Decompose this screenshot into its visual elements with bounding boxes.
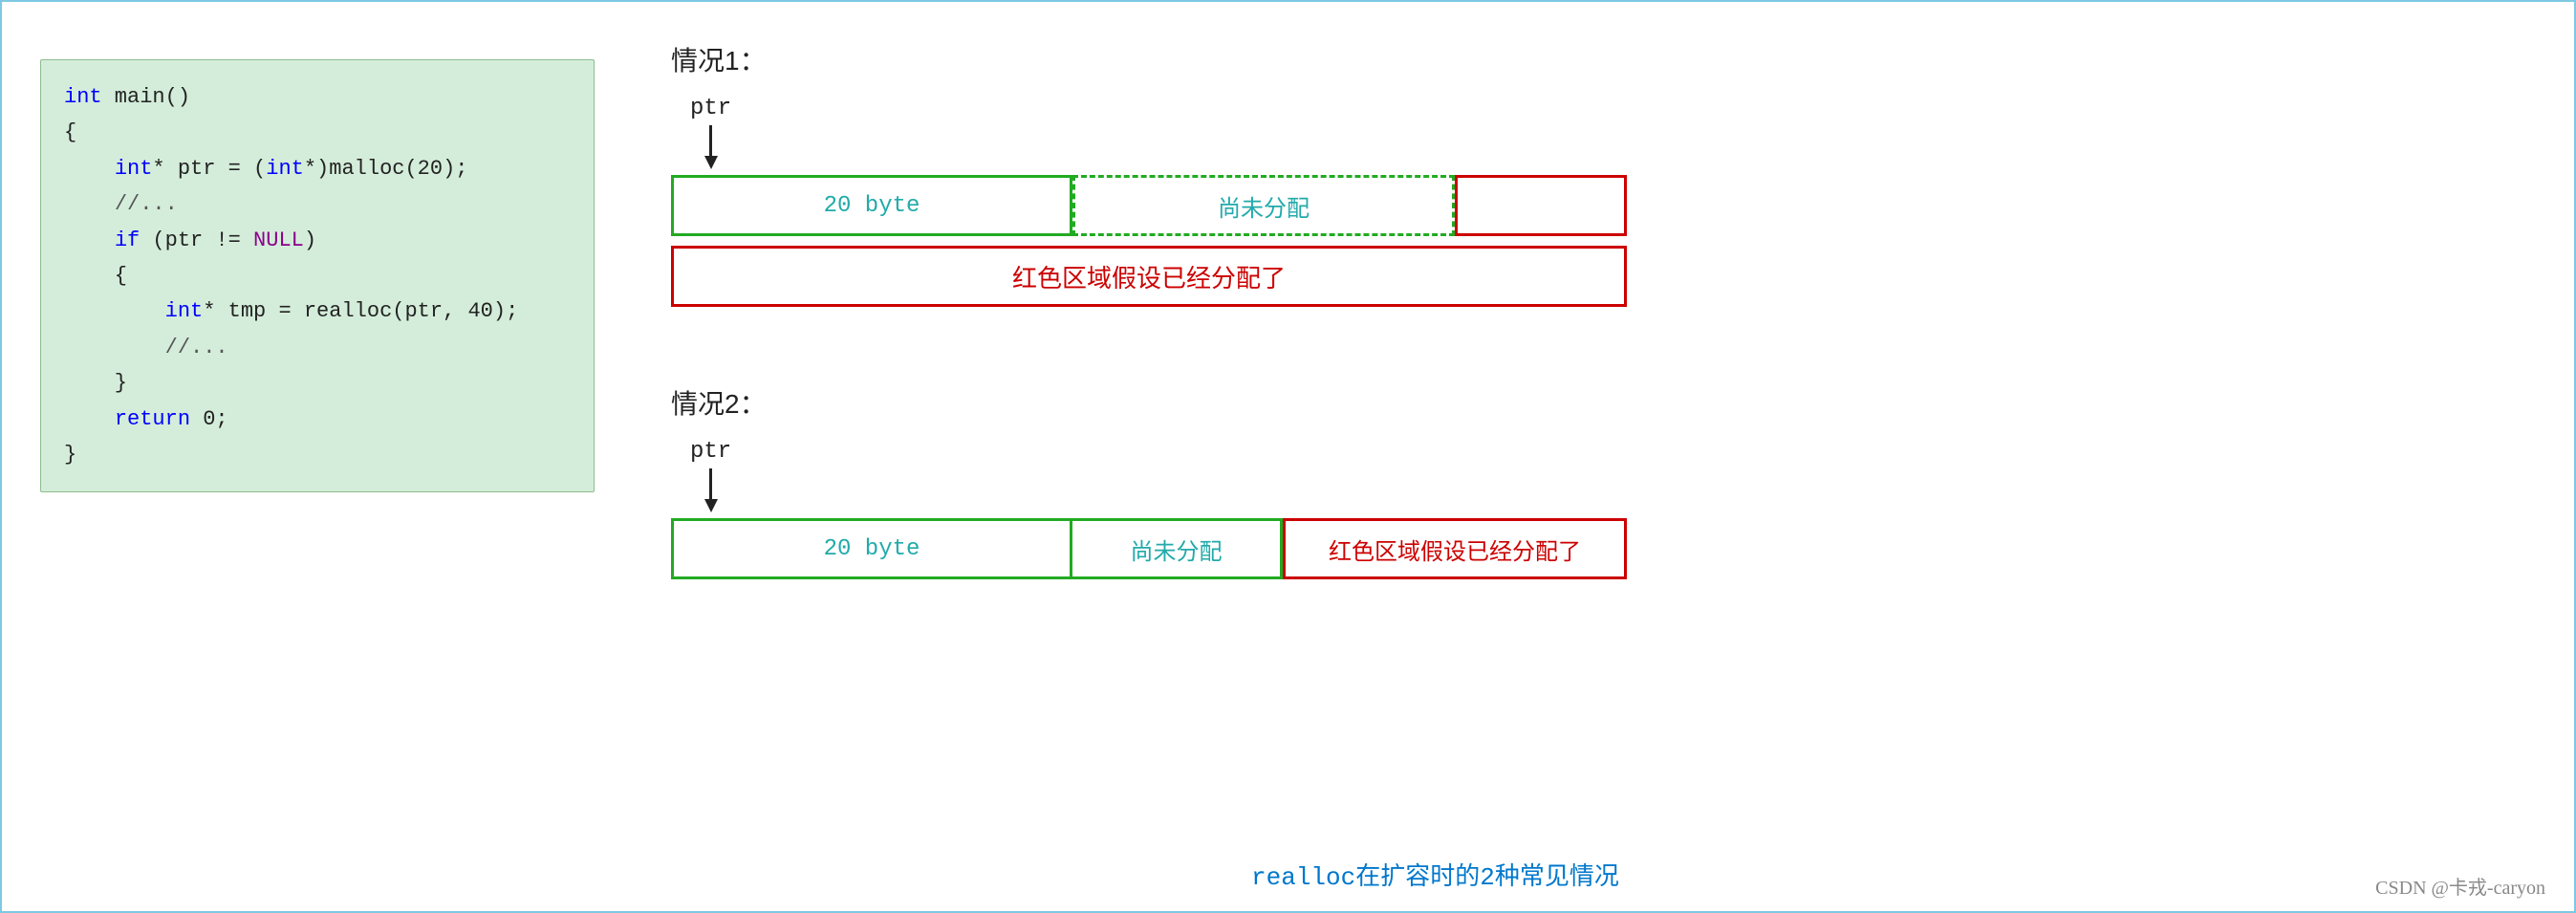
situation-2-label: 情况2：	[671, 383, 2536, 422]
situation-2-ptr-col: ptr	[690, 439, 731, 512]
situation-2: 情况2： ptr 20 byte 尚未分配	[671, 383, 2536, 589]
situation-2-mem-row: 20 byte 尚未分配 红色区域假设已经分配了	[671, 518, 2536, 579]
footer-caption: realloc在扩容时的2种常见情况	[1251, 857, 1619, 892]
code-line-5: if (ptr != NULL)	[64, 223, 571, 258]
situation-2-ptr-label: ptr	[690, 439, 731, 465]
code-line-9: }	[64, 365, 571, 401]
situation-1-mem-row: 20 byte 尚未分配	[671, 175, 2536, 236]
code-line-7: int* tmp = realloc(ptr, 40);	[64, 293, 571, 329]
situation-1-block1: 20 byte	[671, 175, 1072, 236]
situation-1-label: 情况1：	[671, 40, 2536, 78]
situation-1-red-bar: 红色区域假设已经分配了	[671, 246, 1627, 307]
code-line-3: int* ptr = (int*)malloc(20);	[64, 151, 571, 186]
diagram-panel: 情况1： ptr 20 byte 尚未分配	[595, 31, 2536, 882]
watermark: CSDN @卡戎-caryon	[2375, 872, 2545, 900]
situation-2-ptr-row: ptr	[671, 439, 2536, 512]
situation-2-block3: 红色区域假设已经分配了	[1283, 518, 1627, 579]
situation-1-block2: 尚未分配	[1072, 175, 1455, 236]
arrow-head-2	[704, 499, 718, 512]
code-panel: int main() { int* ptr = (int*)malloc(20)…	[40, 59, 595, 882]
code-block: int main() { int* ptr = (int*)malloc(20)…	[40, 59, 595, 492]
situation-2-arrow	[704, 468, 718, 512]
code-line-2: {	[64, 115, 571, 150]
code-line-10: return 0;	[64, 402, 571, 437]
arrow-head-1	[704, 156, 718, 169]
situation-2-block1: 20 byte	[671, 518, 1072, 579]
situation-1-ptr-row: ptr	[671, 96, 2536, 169]
situation-1: 情况1： ptr 20 byte 尚未分配	[671, 40, 2536, 307]
situation-2-block2: 尚未分配	[1072, 518, 1283, 579]
code-line-11: }	[64, 437, 571, 472]
code-line-6: {	[64, 258, 571, 293]
code-line-8: //...	[64, 330, 571, 365]
code-line-1: int main()	[64, 79, 571, 115]
arrow-shaft-2	[709, 468, 712, 499]
situation-1-block3	[1455, 175, 1627, 236]
situation-1-ptr-label: ptr	[690, 96, 731, 121]
arrow-shaft-1	[709, 125, 712, 156]
situation-1-arrow	[704, 125, 718, 169]
code-line-4: //...	[64, 186, 571, 222]
situation-1-ptr-col: ptr	[690, 96, 731, 169]
